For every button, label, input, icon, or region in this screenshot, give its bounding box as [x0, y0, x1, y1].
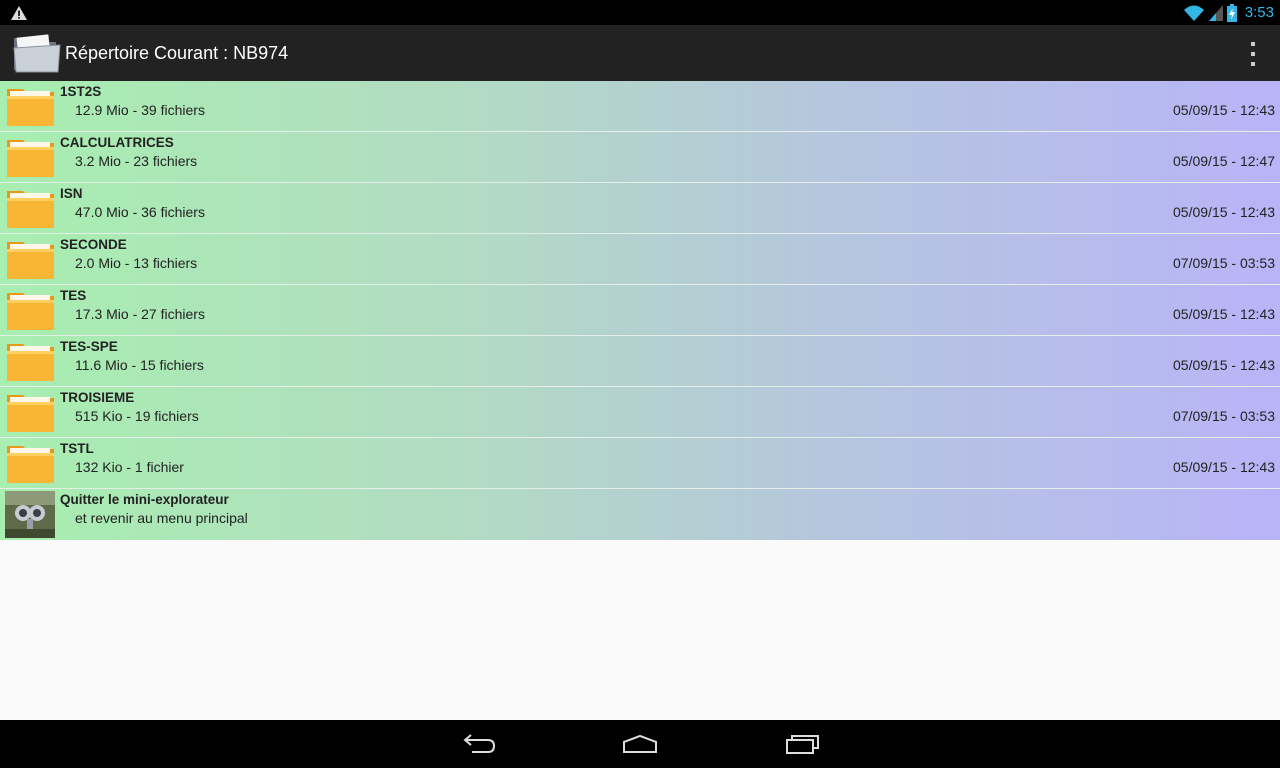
battery-icon	[1226, 3, 1237, 22]
folder-name: 1ST2S	[60, 84, 102, 99]
folder-info: 12.9 Mio - 39 fichiers	[75, 102, 205, 118]
folder-icon	[7, 242, 54, 279]
folder-icon	[7, 191, 54, 228]
folder-icon	[7, 293, 54, 330]
folder-date: 07/09/15 - 03:53	[1173, 408, 1275, 424]
folder-name: CALCULATRICES	[60, 135, 174, 150]
folder-name: TSTL	[60, 441, 94, 456]
signal-icon	[1208, 4, 1223, 21]
folder-name: SECONDE	[60, 237, 127, 252]
folder-date: 07/09/15 - 03:53	[1173, 255, 1275, 271]
exit-thumbnail	[5, 491, 55, 538]
folder-date: 05/09/15 - 12:43	[1173, 102, 1275, 118]
folder-icon[interactable]	[12, 30, 62, 76]
overflow-menu-icon[interactable]	[1248, 42, 1258, 66]
list-item[interactable]: ISN 47.0 Mio - 36 fichiers 05/09/15 - 12…	[0, 183, 1280, 234]
action-bar: Répertoire Courant : NB974	[0, 25, 1280, 81]
folder-info: 3.2 Mio - 23 fichiers	[75, 153, 198, 169]
list-item[interactable]: TSTL 132 Kio - 1 fichier 05/09/15 - 12:4…	[0, 438, 1280, 489]
status-bar: 3:53	[0, 0, 1280, 25]
folder-info: 11.6 Mio - 15 fichiers	[75, 357, 204, 373]
list-item[interactable]: 1ST2S 12.9 Mio - 39 fichiers 05/09/15 - …	[0, 81, 1280, 132]
folder-icon	[7, 344, 54, 381]
folder-icon	[7, 395, 54, 432]
folder-date: 05/09/15 - 12:43	[1173, 357, 1275, 373]
warning-icon	[11, 6, 27, 20]
folder-info: 17.3 Mio - 27 fichiers	[75, 306, 205, 322]
folder-date: 05/09/15 - 12:43	[1173, 459, 1275, 475]
folder-info: 515 Kio - 19 fichiers	[75, 408, 199, 424]
folder-name: TES-SPE	[60, 339, 118, 354]
list-item[interactable]: TES-SPE 11.6 Mio - 15 fichiers 05/09/15 …	[0, 336, 1280, 387]
folder-info: 132 Kio - 1 fichier	[75, 459, 184, 475]
wifi-icon	[1183, 5, 1204, 21]
list-item[interactable]: SECONDE 2.0 Mio - 13 fichiers 07/09/15 -…	[0, 234, 1280, 285]
recent-apps-icon[interactable]	[783, 730, 823, 758]
status-clock: 3:53	[1244, 4, 1274, 21]
folder-info: 47.0 Mio - 36 fichiers	[75, 204, 205, 220]
exit-explorer-item[interactable]: Quitter le mini-explorateur et revenir a…	[0, 489, 1280, 539]
folder-name: TROISIEME	[60, 390, 135, 405]
folder-icon	[7, 446, 54, 483]
exit-title: Quitter le mini-explorateur	[60, 492, 229, 507]
folder-list: 1ST2S 12.9 Mio - 39 fichiers 05/09/15 - …	[0, 81, 1280, 540]
folder-date: 05/09/15 - 12:43	[1173, 306, 1275, 322]
folder-icon	[7, 140, 54, 177]
folder-name: ISN	[60, 186, 83, 201]
folder-info: 2.0 Mio - 13 fichiers	[75, 255, 198, 271]
folder-date: 05/09/15 - 12:47	[1173, 153, 1275, 169]
page-title: Répertoire Courant : NB974	[65, 43, 289, 63]
exit-subtitle: et revenir au menu principal	[75, 510, 248, 526]
folder-name: TES	[60, 288, 87, 303]
back-icon[interactable]	[458, 730, 498, 758]
list-item[interactable]: CALCULATRICES 3.2 Mio - 23 fichiers 05/0…	[0, 132, 1280, 183]
home-icon[interactable]	[620, 730, 660, 758]
navigation-bar	[0, 720, 1280, 768]
folder-icon	[7, 89, 54, 126]
list-item[interactable]: TES 17.3 Mio - 27 fichiers 05/09/15 - 12…	[0, 285, 1280, 336]
folder-date: 05/09/15 - 12:43	[1173, 204, 1275, 220]
list-item[interactable]: TROISIEME 515 Kio - 19 fichiers 07/09/15…	[0, 387, 1280, 438]
